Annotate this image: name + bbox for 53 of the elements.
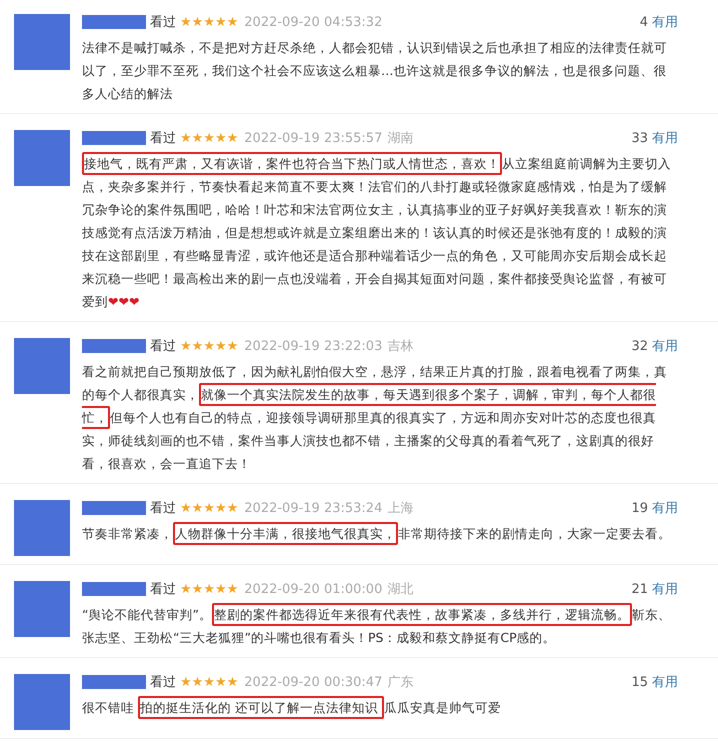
avatar [14, 581, 70, 637]
avatar [14, 14, 70, 70]
review-date: 2022-09-19 23:53:24 [244, 500, 382, 516]
avatar [14, 338, 70, 394]
review-text: 接地气，既有严肃，又有诙谐，案件也符合当下热门或人情世态，喜欢！ 从立案组庭前调解为主要切入点，夹杂多案并行，节奏快看起来简直不要太爽！法官们的八卦打趣或轻微家庭感情戏，怕是为了缓解冗杂争论的案件氛围吧，哈哈！叶芯和宋法官两位女主，认真搞事业的亚子好飒好美我喜欢！靳东的演技感觉有点活泼万精油，但是想想或许就是立案组磨出来的！该认真的时候还是张弛有度的！成毅的演技在这部剧里，有些略显青涩，或许他还是适合那种端着话少一点的角色，又可能周亦安后期会成长起来沉稳一些吧！最高检出来的剧一点也没端着，开会自揭其短面对问题，案件都接受舆论监督，有被可爱到❤❤❤ [82, 152, 678, 313]
star-rating: ★★★★★ [180, 582, 238, 596]
useful-count: 4 [640, 14, 648, 30]
useful-link[interactable]: 有用 [652, 13, 678, 31]
review-location: 湖南 [387, 130, 414, 147]
redacted-username [82, 501, 146, 515]
useful-count: 32 [631, 338, 648, 354]
watched-label: 看过 [150, 130, 176, 147]
watched-label: 看过 [150, 14, 176, 31]
review-date: 2022-09-20 04:53:32 [244, 14, 382, 30]
useful-link[interactable]: 有用 [652, 673, 678, 691]
useful-link[interactable]: 有用 [652, 580, 678, 598]
avatar [14, 500, 70, 556]
redacted-username [82, 339, 146, 353]
review-text: 很不错哇 拍的挺生活化的 还可以了解一点法律知识 瓜瓜安真是帅气可爱 [82, 696, 678, 719]
useful-count: 15 [631, 674, 648, 690]
star-rating: ★★★★★ [180, 130, 238, 146]
watched-label: 看过 [150, 338, 176, 355]
avatar [14, 130, 70, 186]
star-rating: ★★★★★ [180, 338, 238, 354]
watched-label: 看过 [150, 500, 176, 517]
watched-label: 看过 [150, 674, 176, 691]
review-date: 2022-09-19 23:55:57 [244, 130, 382, 146]
useful-count: 21 [631, 582, 648, 596]
review-text: 法律不是喊打喊杀，不是把对方赶尽杀绝，人都会犯错，认识到错误之后也承担了相应的法律责任就可以了，至少罪不至死，我们这个社会不应该这么粗暴…也许这就是很多争议的解法，也是很多问题、很多人心结的解法 [82, 39, 668, 103]
redacted-username [82, 131, 146, 145]
useful-link[interactable]: 有用 [652, 337, 678, 355]
redacted-username [82, 675, 146, 689]
review-text: 节奏非常紧凑， 人物群像十分丰满，很接地气很真实， 非常期待接下来的剧情走向，大家一定要去看。 [82, 522, 678, 545]
star-rating: ★★★★★ [180, 500, 238, 516]
review-date: 2022-09-19 23:22:03 [244, 338, 382, 354]
review-location: 吉林 [387, 338, 414, 355]
star-rating: ★★★★★ [180, 14, 238, 30]
watched-label: 看过 [150, 581, 176, 598]
redacted-username [82, 15, 146, 29]
avatar [14, 674, 70, 730]
review-text: 看之前就把自己预期放低了，因为献礼剧怕假大空，悬浮，结果正片真的打脸，跟着电视看了两集，真的每个人都很真实， 就像一个真实法院发生的故事，每天遇到很多个案子，调解，审判，每个人都很忙， 但每个人也有自己的特点，迎接领导调研那里真的很真实了，方远和周亦安对叶芯的态度也很真实，师徒线刻画的也不错，案件当事人演技也都不错，主播案的父母真的看着气死了，这剧真的很好看，很喜欢，会一直追下去！ [82, 363, 668, 473]
useful-link[interactable]: 有用 [652, 129, 678, 147]
useful-link[interactable]: 有用 [652, 499, 678, 517]
redacted-username [82, 582, 146, 596]
review-location: 湖北 [387, 581, 414, 598]
review-date: 2022-09-20 01:00:00 [244, 582, 382, 596]
review-location: 广东 [387, 674, 414, 691]
review-text: “舆论不能代替审判”。 整剧的案件都选得近年来很有代表性，故事紧凑，多线并行，逻辑流畅。 靳东、张志坚、王劲松“三大老狐狸”的斗嘴也很有看头！PS：成毅和蔡文静挺有CP感的。 [82, 603, 678, 649]
review-location: 上海 [387, 500, 414, 517]
star-rating: ★★★★★ [180, 674, 238, 690]
useful-count: 19 [631, 500, 648, 516]
review-date: 2022-09-20 00:30:47 [244, 674, 382, 690]
useful-count: 33 [631, 130, 648, 146]
